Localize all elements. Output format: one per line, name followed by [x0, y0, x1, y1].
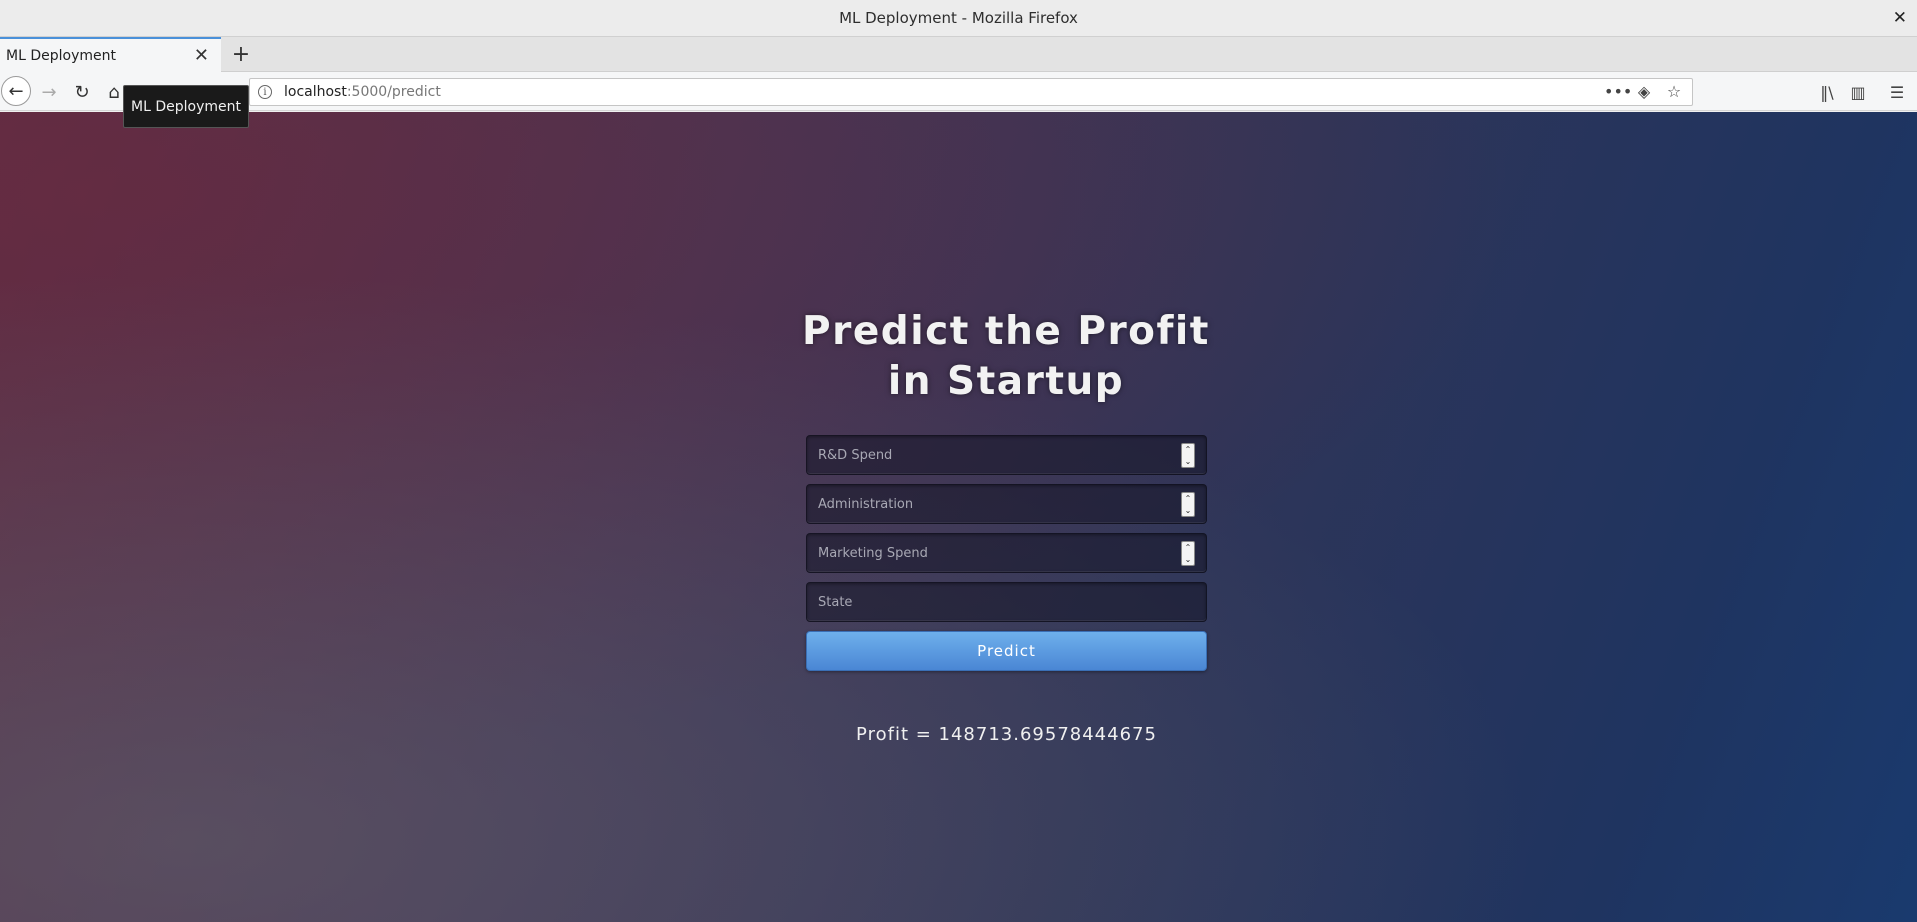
marketing-spend-field[interactable]: ⌃ ⌄: [806, 533, 1207, 573]
page-content: Predict the Profit in Startup ⌃ ⌄ ⌃ ⌄ ⌃ …: [0, 112, 1917, 922]
prediction-result: Profit = 148713.69578444675: [856, 724, 1157, 745]
state-field[interactable]: [806, 582, 1207, 622]
state-input[interactable]: [807, 583, 1206, 621]
tab-ml-deployment[interactable]: ML Deployment ✕: [0, 37, 221, 72]
spinner-up-icon[interactable]: ⌃: [1182, 542, 1194, 554]
window-titlebar: ML Deployment - Mozilla Firefox ✕: [0, 0, 1917, 37]
spinner-up-icon[interactable]: ⌃: [1182, 493, 1194, 505]
tab-tooltip: ML Deployment: [123, 85, 249, 128]
sidebar-icon[interactable]: ▥: [1846, 80, 1870, 104]
spinner-up-icon[interactable]: ⌃: [1182, 444, 1194, 456]
rd-spend-field[interactable]: ⌃ ⌄: [806, 435, 1207, 475]
predict-button[interactable]: Predict: [806, 631, 1207, 671]
tab-strip: ML Deployment ✕ +: [0, 37, 1917, 72]
page-actions: ••• ◈ ☆: [1604, 82, 1684, 101]
new-tab-button[interactable]: +: [226, 39, 256, 69]
spinner-down-icon[interactable]: ⌄: [1182, 456, 1194, 468]
tab-close-icon[interactable]: ✕: [194, 45, 209, 66]
spinner-down-icon[interactable]: ⌄: [1182, 554, 1194, 566]
address-bar[interactable]: i localhost:5000/predict ••• ◈ ☆: [249, 78, 1693, 106]
administration-input[interactable]: [807, 485, 1206, 523]
rd-spend-spinner[interactable]: ⌃ ⌄: [1181, 443, 1195, 468]
more-icon[interactable]: •••: [1604, 82, 1632, 101]
tab-label: ML Deployment: [6, 47, 116, 64]
home-icon: ⌂: [108, 81, 120, 103]
arrow-right-icon: →: [41, 81, 57, 103]
reload-icon: ↻: [74, 81, 90, 103]
spinner-down-icon[interactable]: ⌄: [1182, 505, 1194, 517]
marketing-spend-spinner[interactable]: ⌃ ⌄: [1181, 541, 1195, 566]
navigation-toolbar: ← → ↻ ⌂ i localhost:5000/predict ••• ◈ ☆…: [0, 72, 1917, 111]
url-host: localhost: [284, 84, 347, 100]
window-close-icon[interactable]: ✕: [1893, 8, 1907, 28]
page-title: Predict the Profit in Startup: [802, 309, 1210, 404]
url-path: :5000/predict: [346, 84, 441, 100]
administration-spinner[interactable]: ⌃ ⌄: [1181, 492, 1195, 517]
reload-button[interactable]: ↻: [68, 78, 96, 106]
administration-field[interactable]: ⌃ ⌄: [806, 484, 1207, 524]
rd-spend-input[interactable]: [807, 436, 1206, 474]
library-icon[interactable]: ‖\: [1815, 80, 1839, 104]
forward-button[interactable]: →: [35, 78, 63, 106]
back-button[interactable]: ←: [1, 76, 31, 106]
star-icon[interactable]: ☆: [1664, 82, 1684, 101]
hamburger-menu-icon[interactable]: ☰: [1885, 80, 1909, 104]
marketing-spend-input[interactable]: [807, 534, 1206, 572]
pocket-icon[interactable]: ◈: [1634, 82, 1654, 101]
arrow-left-icon: ←: [8, 80, 24, 102]
info-icon[interactable]: i: [258, 85, 272, 99]
window-title: ML Deployment - Mozilla Firefox: [839, 9, 1078, 27]
